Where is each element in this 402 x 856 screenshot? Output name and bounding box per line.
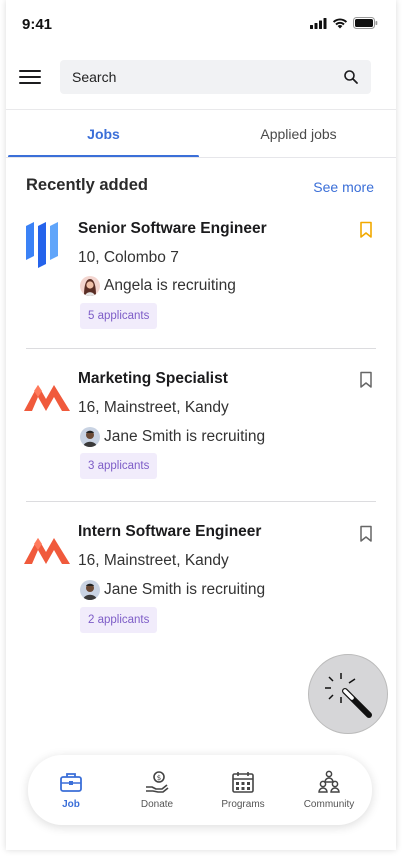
- avatar: [80, 427, 100, 447]
- calendar-icon: [232, 772, 254, 793]
- job-recruiter: Jane Smith is recruiting: [80, 427, 265, 447]
- search-placeholder: Search: [72, 69, 117, 85]
- bars-logo-icon: [26, 222, 58, 268]
- job-recruiter: Angela is recruiting: [80, 276, 236, 296]
- header-divider: [6, 109, 396, 110]
- job-title[interactable]: Marketing Specialist: [78, 370, 228, 388]
- see-more-link[interactable]: See more: [313, 179, 374, 195]
- magic-wand-icon: [325, 673, 372, 718]
- mountain-logo-icon: [24, 385, 70, 411]
- battery-icon: [353, 17, 378, 29]
- section-title: Recently added: [26, 176, 148, 194]
- community-icon: [318, 770, 340, 793]
- bookmark-icon[interactable]: [358, 371, 374, 389]
- job-card[interactable]: Marketing Specialist 16, Mainstreet, Kan…: [6, 360, 396, 490]
- mountain-logo-icon: [24, 538, 70, 564]
- job-location: 16, Mainstreet, Kandy: [78, 552, 229, 569]
- nav-label-programs: Programs: [221, 799, 265, 810]
- search-input[interactable]: Search: [60, 60, 371, 94]
- recruiter-text: Angela is recruiting: [104, 277, 236, 294]
- menu-button[interactable]: [18, 66, 42, 90]
- status-icons: [310, 17, 378, 29]
- bookmark-icon[interactable]: [358, 221, 374, 239]
- hamburger-icon-line: [19, 76, 41, 78]
- hamburger-icon-line: [19, 82, 41, 84]
- search-icon[interactable]: [343, 69, 359, 85]
- status-time: 9:41: [22, 16, 53, 33]
- applicants-badge: 2 applicants: [80, 607, 158, 633]
- recruiter-text: Jane Smith is recruiting: [104, 428, 266, 445]
- job-divider: [26, 501, 376, 502]
- job-divider: [26, 348, 376, 349]
- job-location: 16, Mainstreet, Kandy: [78, 399, 229, 416]
- hamburger-icon-line: [19, 70, 41, 72]
- avatar: [80, 580, 100, 600]
- signal-icon: [310, 17, 327, 29]
- donate-icon: $: [146, 771, 169, 793]
- job-card[interactable]: Senior Software Engineer 10, Colombo 7 A…: [6, 210, 396, 340]
- job-card[interactable]: Intern Software Engineer 16, Mainstreet,…: [6, 513, 396, 643]
- nav-label-job: Job: [62, 799, 80, 810]
- avatar: [80, 276, 100, 296]
- tab-jobs[interactable]: Jobs: [6, 112, 201, 158]
- top-bar: Search: [6, 58, 396, 98]
- briefcase-icon: [60, 773, 82, 792]
- magic-wand-button[interactable]: [308, 654, 388, 734]
- job-title[interactable]: Intern Software Engineer: [78, 523, 261, 541]
- tabs-divider: [6, 157, 396, 158]
- tab-applied-jobs[interactable]: Applied jobs: [201, 112, 396, 158]
- job-recruiter: Jane Smith is recruiting: [80, 580, 265, 600]
- bottom-nav: Job $ Donate Programs Community: [28, 755, 372, 825]
- nav-label-community: Community: [303, 799, 355, 810]
- svg-text:$: $: [157, 774, 161, 782]
- applicants-badge: 5 applicants: [80, 303, 158, 329]
- tab-bar: Jobs Applied jobs: [6, 112, 396, 158]
- applicants-badge: 3 applicants: [80, 453, 158, 479]
- job-location: 10, Colombo 7: [78, 249, 179, 266]
- nav-label-donate: Donate: [140, 799, 174, 810]
- nav-item-community[interactable]: Community: [286, 755, 372, 825]
- wifi-icon: [332, 17, 348, 28]
- phone-screen: 9:41 Search Jobs Applied jobs Recently a…: [6, 0, 396, 850]
- nav-item-job[interactable]: Job: [28, 755, 114, 825]
- nav-item-programs[interactable]: Programs: [200, 755, 286, 825]
- job-title[interactable]: Senior Software Engineer: [78, 220, 267, 238]
- nav-item-donate[interactable]: $ Donate: [114, 755, 200, 825]
- recruiter-text: Jane Smith is recruiting: [104, 581, 266, 598]
- bookmark-icon[interactable]: [358, 525, 374, 543]
- status-bar: 9:41: [6, 0, 396, 50]
